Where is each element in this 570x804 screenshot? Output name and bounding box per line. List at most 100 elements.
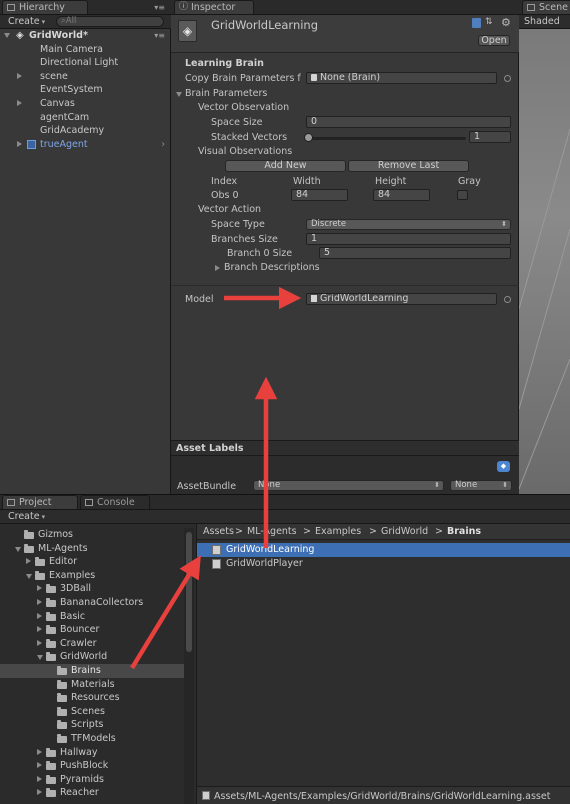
expand-toggle-icon[interactable] bbox=[17, 100, 22, 106]
breadcrumb-item[interactable]: GridWorld bbox=[381, 526, 428, 537]
tree-scrollbar-thumb[interactable] bbox=[186, 532, 192, 652]
obs0-height-input[interactable]: 84 bbox=[373, 189, 430, 201]
stacked-vectors-slider-handle[interactable] bbox=[304, 133, 313, 142]
hierarchy-item[interactable]: Canvas bbox=[0, 97, 171, 111]
hierarchy-item[interactable]: scene bbox=[0, 70, 171, 84]
folder-tree-item[interactable]: Bouncer bbox=[0, 623, 184, 637]
hierarchy-item[interactable]: EventSystem bbox=[0, 83, 171, 97]
hierarchy-item[interactable]: agentCam bbox=[0, 111, 171, 125]
folder-tree-item[interactable]: Examples bbox=[0, 569, 184, 583]
settings-icon[interactable]: ⇅ bbox=[485, 17, 493, 27]
folder-tree-item[interactable]: ML-Agents bbox=[0, 542, 184, 556]
breadcrumb-item[interactable]: ML-Agents bbox=[247, 526, 297, 537]
obs0-width-input[interactable]: 84 bbox=[291, 189, 348, 201]
hierarchy-create-dropdown[interactable]: Create ▾ bbox=[8, 16, 45, 27]
expand-toggle-icon[interactable] bbox=[26, 558, 31, 565]
expand-toggle-icon[interactable] bbox=[37, 639, 42, 646]
asset-item-selected[interactable]: GridWorldLearning bbox=[197, 543, 570, 557]
folder-tree-item[interactable]: GridWorld bbox=[0, 650, 184, 664]
scene-viewport[interactable] bbox=[519, 29, 570, 494]
folder-tree-item[interactable]: Pyramids bbox=[0, 773, 184, 787]
expand-toggle-icon[interactable] bbox=[17, 72, 22, 79]
copy-brain-object-field[interactable]: None (Brain) bbox=[306, 72, 497, 84]
branches-size-input[interactable]: 1 bbox=[306, 233, 511, 245]
chevron-right-icon[interactable]: › bbox=[161, 138, 165, 152]
expand-toggle-icon[interactable] bbox=[215, 265, 220, 271]
expand-toggle-icon[interactable] bbox=[37, 599, 42, 605]
folder-tree-item[interactable]: Scenes bbox=[0, 705, 184, 719]
breadcrumb-item[interactable]: Assets bbox=[203, 526, 234, 537]
updown-arrow-icon: ⬍ bbox=[502, 481, 508, 489]
brain-params-label: Brain Parameters bbox=[185, 88, 268, 99]
folder-tree-item-selected[interactable]: Brains bbox=[0, 664, 184, 678]
obs0-gray-checkbox[interactable] bbox=[457, 190, 468, 200]
expand-toggle-icon[interactable] bbox=[17, 140, 22, 147]
tab-console[interactable]: Console bbox=[80, 495, 150, 509]
tab-project[interactable]: Project bbox=[2, 495, 78, 509]
tab-hierarchy[interactable]: Hierarchy bbox=[2, 0, 88, 14]
folder-tree-item[interactable]: Editor bbox=[0, 555, 184, 569]
expand-toggle-icon[interactable] bbox=[37, 789, 42, 796]
expand-toggle-icon[interactable] bbox=[37, 748, 42, 755]
breadcrumb-current[interactable]: Brains bbox=[447, 526, 481, 537]
folder-tree-item[interactable]: Reacher bbox=[0, 786, 184, 800]
folder-tree-item[interactable]: Basic bbox=[0, 610, 184, 624]
gear-icon[interactable]: ⚙ bbox=[501, 16, 511, 29]
expand-toggle-icon[interactable] bbox=[26, 573, 32, 579]
hierarchy-item-label: Directional Light bbox=[40, 57, 119, 69]
tab-inspector[interactable]: ⓘ Inspector bbox=[174, 0, 254, 14]
breadcrumb-separator: > bbox=[369, 526, 377, 537]
expand-toggle-icon[interactable] bbox=[15, 546, 21, 552]
scene-root-row[interactable]: ◈ GridWorld* ▾≡ bbox=[0, 29, 171, 43]
stacked-vectors-input[interactable]: 1 bbox=[469, 131, 511, 143]
folder-tree-item[interactable]: BananaCollectors bbox=[0, 596, 184, 610]
object-picker-icon[interactable] bbox=[504, 75, 511, 82]
asset-item[interactable]: GridWorldPlayer bbox=[197, 557, 570, 571]
open-button[interactable]: Open bbox=[478, 35, 510, 46]
expand-toggle-icon[interactable] bbox=[37, 775, 42, 782]
remove-last-button[interactable]: Remove Last bbox=[348, 160, 469, 172]
tag-icon[interactable]: ◆ bbox=[497, 461, 510, 472]
expand-toggle-icon[interactable] bbox=[4, 33, 10, 38]
assetbundle-dropdown[interactable]: None ⬍ bbox=[253, 480, 444, 491]
folder-tree-item[interactable]: Materials bbox=[0, 678, 184, 692]
folder-tree-item[interactable]: Resources bbox=[0, 691, 184, 705]
project-create-dropdown[interactable]: Create ▾ bbox=[8, 511, 45, 522]
tree-scrollbar[interactable] bbox=[184, 528, 194, 804]
object-picker-icon[interactable] bbox=[504, 296, 511, 303]
folder-tree-item[interactable]: 3DBall bbox=[0, 582, 184, 596]
hierarchy-search-input[interactable]: ⌕All bbox=[56, 16, 164, 27]
folder-tree-item[interactable]: TFModels bbox=[0, 732, 184, 746]
folder-tree-item[interactable]: PushBlock bbox=[0, 759, 184, 773]
scene-menu-icon[interactable]: ▾≡ bbox=[154, 29, 165, 43]
hierarchy-item[interactable]: Directional Light bbox=[0, 56, 171, 70]
script-icon[interactable] bbox=[472, 18, 481, 28]
shading-mode-dropdown[interactable]: Shaded bbox=[524, 16, 560, 27]
space-size-input[interactable]: 0 bbox=[306, 116, 511, 128]
branch0-size-input[interactable]: 5 bbox=[319, 247, 511, 259]
tab-scene[interactable]: Scene bbox=[522, 0, 570, 14]
panel-menu-icon[interactable]: ▾≡ bbox=[154, 3, 165, 12]
folder-tree-item[interactable]: Gizmos bbox=[0, 528, 184, 542]
expand-toggle-icon[interactable] bbox=[37, 655, 43, 661]
expand-toggle-icon[interactable] bbox=[37, 612, 42, 619]
model-object-field[interactable]: GridWorldLearning bbox=[306, 293, 497, 305]
assetbundle-variant-dropdown[interactable]: None ⬍ bbox=[450, 480, 512, 491]
breadcrumb-item[interactable]: Examples bbox=[315, 526, 361, 537]
folder-tree-item[interactable]: Scripts bbox=[0, 718, 184, 732]
stacked-vectors-slider-track[interactable] bbox=[308, 137, 466, 140]
folder-tree-item[interactable]: Crawler bbox=[0, 637, 184, 651]
space-type-dropdown[interactable]: Discrete ⬍ bbox=[306, 219, 511, 230]
expand-toggle-icon[interactable] bbox=[37, 626, 42, 633]
space-size-label: Space Size bbox=[211, 117, 263, 128]
hierarchy-item[interactable]: GridAcademy bbox=[0, 124, 171, 138]
hierarchy-item[interactable]: trueAgent › bbox=[0, 138, 171, 152]
hierarchy-item[interactable]: Main Camera bbox=[0, 43, 171, 57]
folder-tree-item[interactable]: Hallway bbox=[0, 746, 184, 760]
folder-tree-label: 3DBall bbox=[60, 583, 91, 595]
inspector-header: ◈ GridWorldLearning ⇅ ⚙ Open bbox=[171, 15, 519, 53]
expand-toggle-icon[interactable] bbox=[176, 92, 182, 97]
add-new-button[interactable]: Add New bbox=[225, 160, 346, 172]
expand-toggle-icon[interactable] bbox=[37, 585, 42, 592]
expand-toggle-icon[interactable] bbox=[37, 762, 42, 769]
